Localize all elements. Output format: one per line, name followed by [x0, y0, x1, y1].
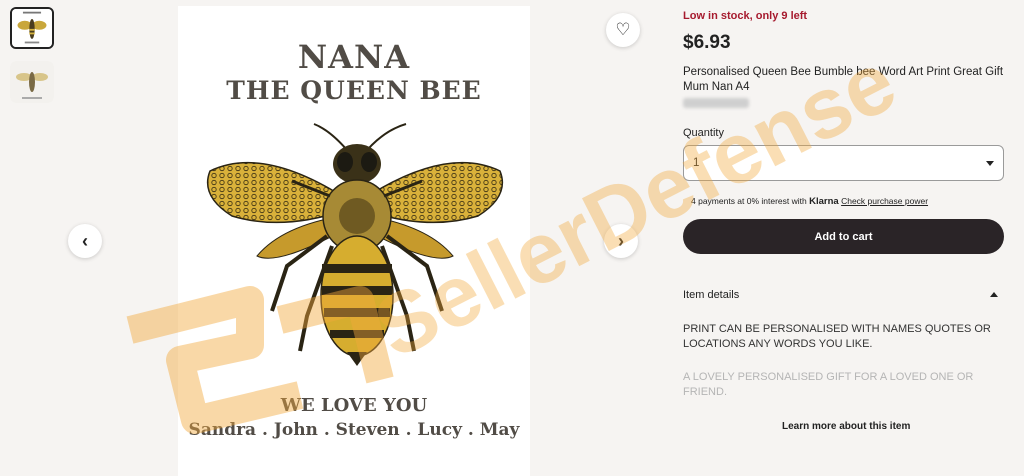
favorite-button[interactable]: ♡ [606, 13, 640, 47]
thumbnail-2[interactable] [10, 61, 54, 103]
thumbnail-1[interactable] [10, 7, 54, 49]
poster-title-line1: NANA [297, 38, 411, 76]
learn-more-link[interactable]: Learn more about this item [782, 421, 910, 432]
check-purchase-power-link[interactable]: Check purchase power [841, 196, 928, 206]
item-description-2: A LOVELY PERSONALISED GIFT FOR A LOVED O… [683, 371, 974, 398]
item-description-1: PRINT CAN BE PERSONALISED WITH NAMES QUO… [683, 323, 991, 350]
chevron-down-icon [986, 161, 994, 166]
product-main-image[interactable]: NANA THE QUEEN BEE WE LOVE YOU Sandra . … [178, 6, 530, 476]
item-details-label: Item details [683, 289, 740, 301]
klarna-info: 4 payments at 0% interest with Klarna Ch… [691, 196, 928, 207]
heart-icon: ♡ [615, 20, 631, 39]
next-image-button[interactable]: › [604, 224, 638, 258]
poster-footer-line1: WE LOVE YOU [280, 395, 428, 416]
quantity-label: Quantity [683, 127, 724, 139]
klarna-prefix: 4 payments at 0% interest with [691, 196, 807, 206]
klarna-brand: Klarna [809, 196, 839, 207]
bee-illustration [206, 123, 504, 366]
product-price: $6.93 [683, 32, 731, 53]
quantity-select[interactable]: 1 [683, 145, 1004, 181]
quantity-value: 1 [693, 157, 700, 169]
blurred-seller-info [683, 98, 749, 108]
poster-title-line2: THE QUEEN BEE [226, 76, 482, 105]
chevron-right-icon: › [618, 230, 624, 251]
stock-status: Low in stock, only 9 left [683, 10, 808, 22]
poster-footer-line2: Sandra . John . Steven . Lucy . May [188, 420, 520, 440]
thumbnail-strip [10, 7, 56, 115]
previous-image-button[interactable]: ‹ [68, 224, 102, 258]
item-details-toggle[interactable]: Item details [683, 289, 1004, 303]
product-title: Personalised Queen Bee Bumble bee Word A… [683, 66, 1004, 93]
add-to-cart-button[interactable]: Add to cart [683, 219, 1004, 254]
chevron-left-icon: ‹ [82, 230, 88, 251]
chevron-up-icon [990, 292, 998, 297]
